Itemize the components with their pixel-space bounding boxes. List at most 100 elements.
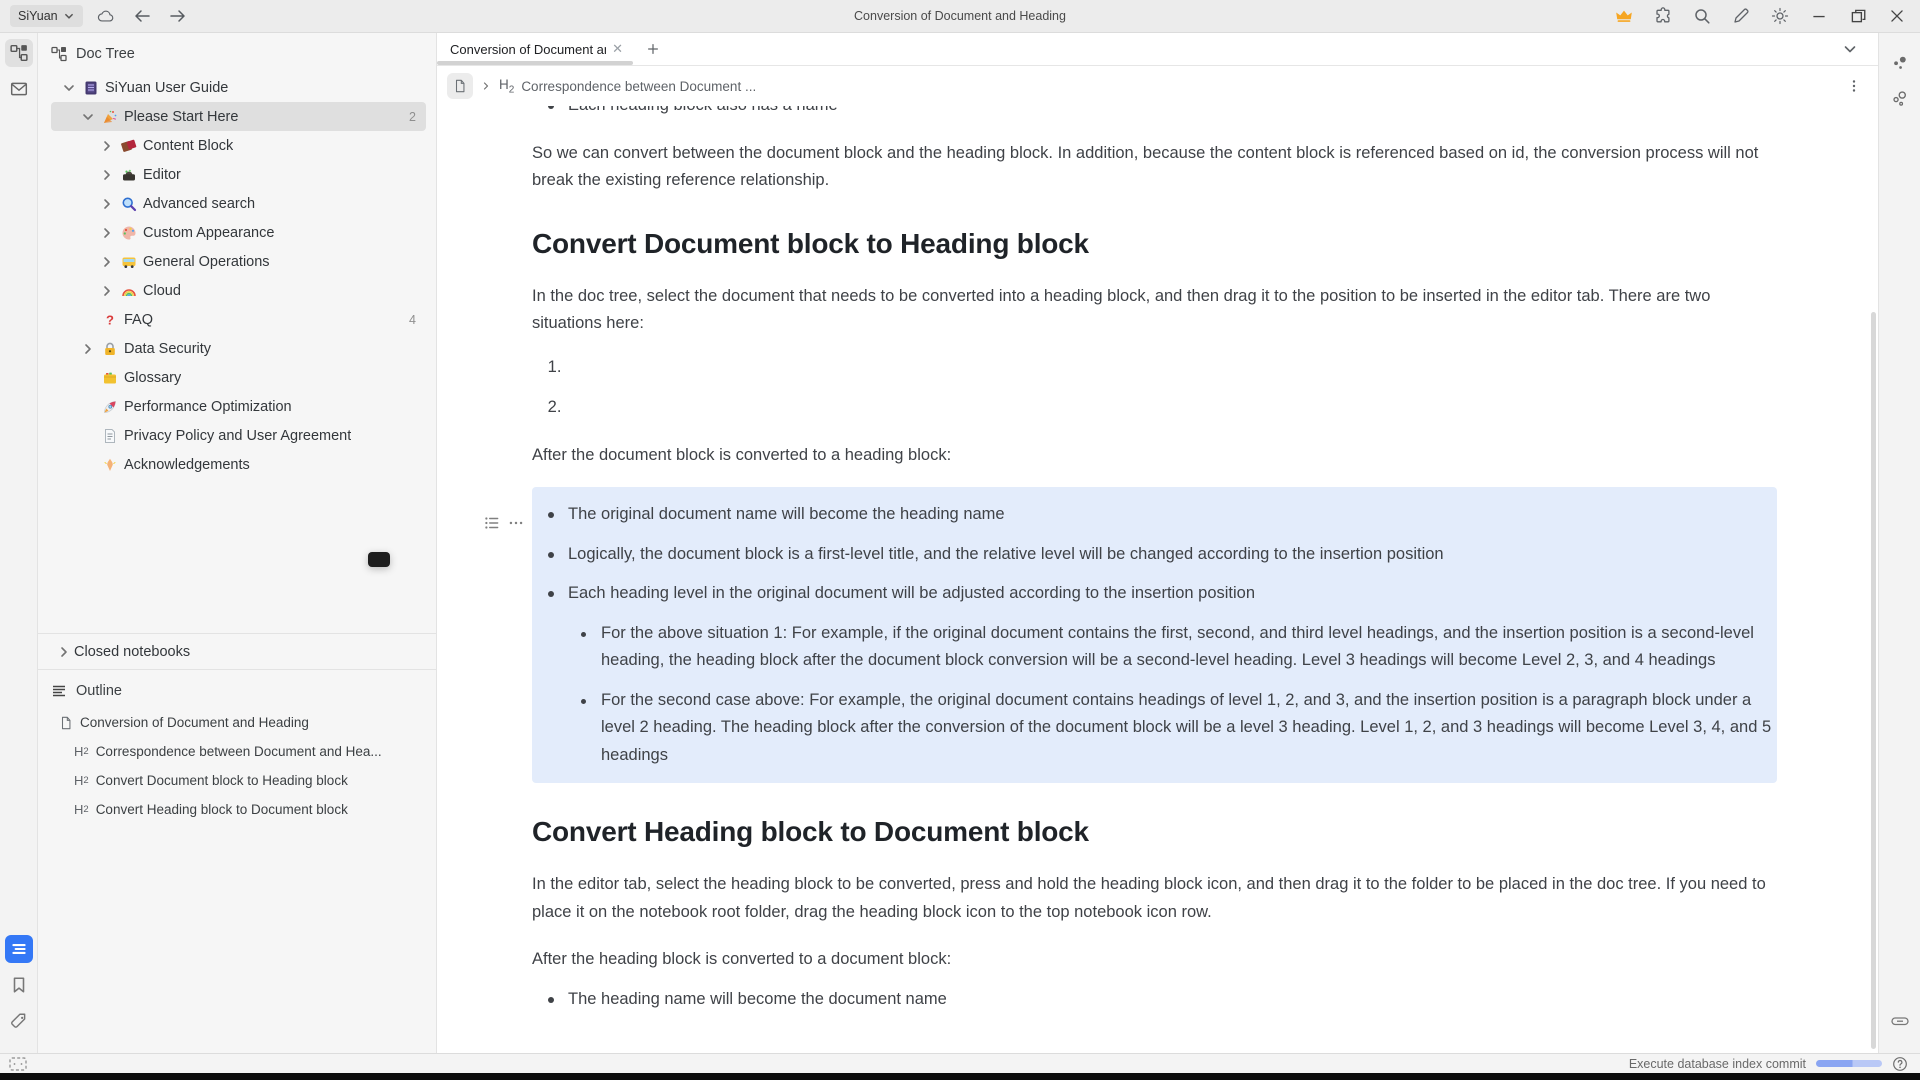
back-arrow-button[interactable] [129, 4, 155, 28]
doc-tree-item[interactable]: Advanced search [51, 189, 426, 218]
bullet-item: For the second case above: For example, … [532, 687, 1777, 770]
chevron-right-icon[interactable] [99, 225, 115, 241]
doc-tree-item[interactable]: Please Start Here 2 [51, 102, 426, 131]
doc-tree-item[interactable]: Custom Appearance [51, 218, 426, 247]
chevron-right-icon[interactable] [80, 341, 96, 357]
tag-icon [10, 1012, 28, 1030]
gutter-tooltip [368, 552, 390, 567]
chevron-right-icon[interactable] [99, 196, 115, 212]
editor[interactable]: Each heading block also has a name So we… [437, 106, 1878, 1053]
outline-item[interactable]: Conversion of Document and Heading [38, 708, 436, 737]
new-tab-button[interactable] [633, 33, 673, 65]
maximize-icon [1849, 7, 1867, 25]
breadcrumb-doc-button[interactable] [447, 73, 473, 99]
doc-tree-item-label: Content Block [143, 138, 233, 154]
outline-item[interactable]: H2 Convert Heading block to Document blo… [38, 795, 436, 824]
plugin-button[interactable] [1650, 4, 1676, 28]
heading-level-marker: H2 [74, 744, 89, 759]
outline-item-label: Conversion of Document and Heading [80, 715, 309, 730]
doc-tree-item[interactable]: Content Block [51, 131, 426, 160]
outline-panel-icon [51, 683, 67, 699]
drag-handle-icon[interactable] [507, 514, 525, 532]
chevron-right-icon[interactable] [99, 283, 115, 299]
more-vertical-icon[interactable] [1846, 78, 1862, 94]
doc-tree-item[interactable]: Privacy Policy and User Agreement [51, 421, 426, 450]
doc-tree-item[interactable]: Performance Optimization [51, 392, 426, 421]
cloud-button[interactable] [93, 4, 119, 28]
window-layout-icon[interactable] [9, 1055, 27, 1073]
plugin-icon [1654, 7, 1672, 25]
tab-list-chevron-icon[interactable] [1842, 41, 1858, 57]
global-graph-dock-button[interactable] [1886, 85, 1914, 113]
theme-button[interactable] [1767, 4, 1793, 28]
chevron-right-icon[interactable] [99, 138, 115, 154]
app-menu-button[interactable]: SiYuan [10, 5, 83, 27]
lock-icon [102, 341, 118, 357]
titlebar-nav [93, 4, 191, 28]
search-button[interactable] [1689, 4, 1715, 28]
doc-tree-item-label: Editor [143, 167, 181, 183]
outline-title: Outline [76, 683, 122, 699]
tab-close-icon[interactable]: ✕ [612, 41, 623, 57]
crown-icon [1615, 7, 1633, 25]
outline-item[interactable]: H2 Correspondence between Document and H… [38, 737, 436, 766]
backlink-icon [1891, 1012, 1909, 1030]
doc-tree-item[interactable]: Glossary [51, 363, 426, 392]
graph-dock-button[interactable] [1886, 49, 1914, 77]
doc-tree: SiYuan User Guide Please Start Here 2 Co… [38, 69, 436, 633]
doc-tree-item[interactable]: Cloud [51, 276, 426, 305]
breadcrumb-text[interactable]: Correspondence between Document ... [521, 79, 756, 94]
chevron-down-icon[interactable] [80, 109, 96, 125]
doc-tree-dock-button[interactable] [5, 39, 33, 67]
outline-header[interactable]: Outline [38, 670, 436, 706]
forward-arrow-button[interactable] [165, 4, 191, 28]
editor-scrollbar[interactable] [1871, 312, 1876, 1049]
closed-notebooks-label: Closed notebooks [74, 644, 190, 660]
closed-notebooks-row[interactable]: Closed notebooks [38, 633, 436, 669]
tab-label: Conversion of Document and Heading [450, 42, 606, 57]
ordered-list-item [566, 354, 1777, 382]
doc-tree-item-label: Cloud [143, 283, 181, 299]
minimize-button[interactable] [1806, 4, 1832, 28]
document-page-icon [59, 716, 73, 730]
close-button[interactable] [1884, 4, 1910, 28]
doc-tree-item-label: Please Start Here [124, 109, 238, 125]
outline-item[interactable]: H2 Convert Document block to Heading blo… [38, 766, 436, 795]
doc-tree-item[interactable]: Data Security [51, 334, 426, 363]
list-type-gutter-icon[interactable] [483, 514, 501, 532]
graph-icon [1891, 54, 1909, 72]
doc-tree-item[interactable]: Acknowledgements [51, 450, 426, 479]
doc-tree-item[interactable]: General Operations [51, 247, 426, 276]
chevron-right-icon [56, 644, 72, 660]
tag-dock-button[interactable] [5, 1007, 33, 1035]
doc-tree-header[interactable]: Doc Tree [38, 33, 436, 69]
maximize-button[interactable] [1845, 4, 1871, 28]
chevron-down-icon[interactable] [61, 80, 77, 96]
doc-tree-item[interactable]: ? FAQ 4 [51, 305, 426, 334]
outline-dock-button[interactable] [5, 935, 33, 963]
bookmark-icon [10, 976, 28, 994]
outline-item-label: Convert Heading block to Document block [96, 802, 348, 817]
bookmark-dock-button[interactable] [5, 971, 33, 999]
tab-active[interactable]: Conversion of Document and Heading ✕ [437, 33, 633, 65]
backlink-dock-button[interactable] [1886, 1007, 1914, 1035]
doc-tree-item-label: FAQ [124, 312, 153, 328]
chevron-right-icon[interactable] [99, 254, 115, 270]
edit-button[interactable] [1728, 4, 1754, 28]
heading-heading-to-doc: Convert Heading block to Document block [532, 813, 1777, 851]
back-arrow-icon [133, 7, 151, 25]
inbox-dock-button[interactable] [5, 75, 33, 103]
close-icon [1888, 7, 1906, 25]
bullet-dot [581, 699, 586, 704]
situations-list [532, 354, 1777, 422]
crown-button[interactable] [1611, 4, 1637, 28]
chevron-right-icon[interactable] [99, 167, 115, 183]
doc-tree-item[interactable]: SiYuan User Guide [51, 73, 426, 102]
after-heading-paragraph: After the heading block is converted to … [532, 946, 1777, 974]
doc-tree-item[interactable]: Editor [51, 160, 426, 189]
doc-tree-icon [51, 46, 67, 62]
doc-tree-item-label: Performance Optimization [124, 399, 292, 415]
highlighted-block[interactable]: The original document name will become t… [532, 487, 1777, 783]
help-icon[interactable] [1892, 1056, 1908, 1072]
doc-tree-item-label: Advanced search [143, 196, 255, 212]
